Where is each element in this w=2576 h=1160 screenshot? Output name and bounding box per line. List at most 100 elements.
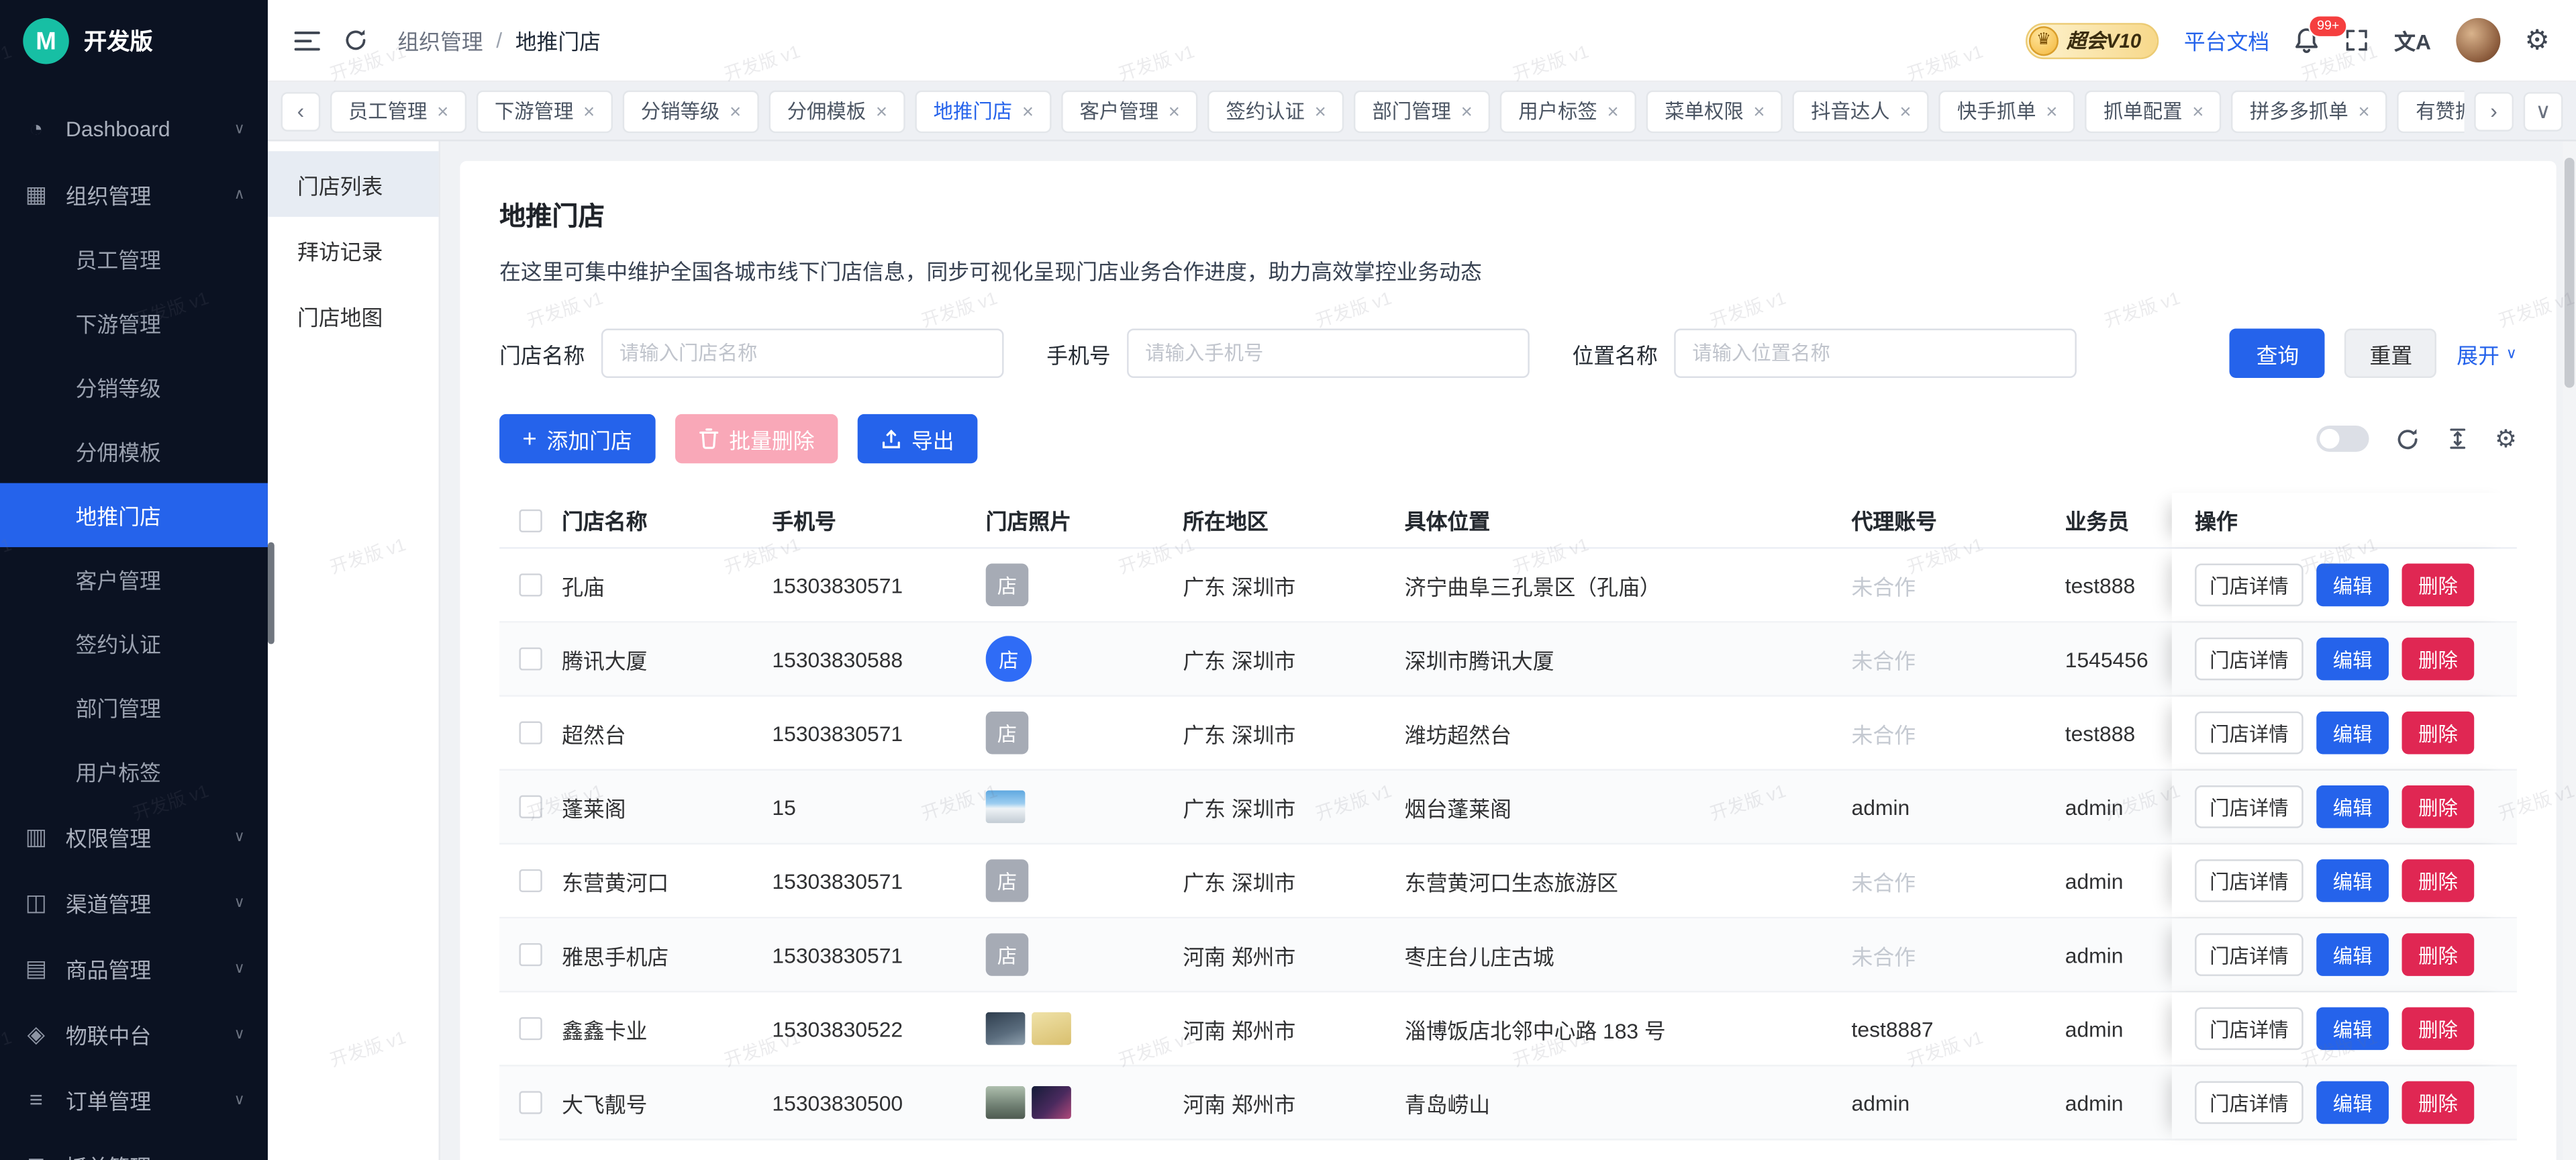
sidebar-group-item[interactable]: ≡ 订单管理 ∨ (0, 1067, 268, 1132)
platform-docs-link[interactable]: 平台文档 (2184, 25, 2269, 56)
close-icon[interactable]: × (1753, 99, 1765, 122)
close-icon[interactable]: × (1899, 99, 1911, 122)
edit-button[interactable]: 编辑 (2316, 1007, 2389, 1050)
store-detail-button[interactable]: 门店详情 (2195, 712, 2303, 755)
edit-button[interactable]: 编辑 (2316, 1081, 2389, 1124)
store-detail-button[interactable]: 门店详情 (2195, 859, 2303, 902)
tabs-dropdown-button[interactable]: ∨ (2524, 91, 2563, 131)
sidebar-subitem[interactable]: 分销等级 (0, 355, 268, 419)
close-icon[interactable]: × (876, 99, 887, 122)
tab[interactable]: 员工管理 × (330, 89, 466, 132)
row-checkbox[interactable] (519, 1091, 542, 1114)
tab[interactable]: 有赞抓 × (2397, 89, 2464, 132)
subnav-item[interactable]: 拜访记录 (268, 217, 439, 283)
search-button[interactable]: 查询 (2230, 329, 2325, 378)
select-all-checkbox[interactable] (519, 509, 542, 532)
edit-button[interactable]: 编辑 (2316, 638, 2389, 681)
sidebar-item-dashboard[interactable]: ◔ Dashboard ∨ (0, 95, 268, 161)
tabs-scroll-left-button[interactable]: ‹ (281, 91, 321, 131)
store-detail-button[interactable]: 门店详情 (2195, 933, 2303, 976)
column-settings-button[interactable]: ⚙ (2495, 424, 2517, 454)
tab[interactable]: 拼多多抓单 × (2232, 89, 2388, 132)
sidebar-item-org[interactable]: ▦ 组织管理 ∧ (0, 161, 268, 227)
tab[interactable]: 客户管理 × (1062, 89, 1198, 132)
subnav-item[interactable]: 门店地图 (268, 283, 439, 348)
store-photo-thumbnail[interactable] (986, 1012, 1026, 1045)
sidebar-subitem[interactable]: 部门管理 (0, 675, 268, 739)
row-checkbox[interactable] (519, 722, 542, 744)
tab[interactable]: 部门管理 × (1354, 89, 1490, 132)
delete-button[interactable]: 删除 (2402, 1007, 2475, 1050)
table-toggle-switch[interactable] (2316, 426, 2368, 452)
tab[interactable]: 地推门店 × (915, 89, 1052, 132)
batch-delete-button[interactable]: 批量删除 (675, 414, 837, 463)
store-detail-button[interactable]: 门店详情 (2195, 638, 2303, 681)
reset-button[interactable]: 重置 (2345, 329, 2437, 378)
export-button[interactable]: 导出 (857, 414, 977, 463)
edit-button[interactable]: 编辑 (2316, 712, 2389, 755)
location-name-input[interactable] (1674, 329, 2077, 378)
subnav-item[interactable]: 门店列表 (268, 151, 439, 217)
close-icon[interactable]: × (1022, 99, 1034, 122)
row-checkbox[interactable] (519, 869, 542, 892)
close-icon[interactable]: × (1169, 99, 1180, 122)
store-photo-thumbnail[interactable] (986, 790, 1026, 823)
sidebar-group-item[interactable]: ≣ 抓单管理 ∨ (0, 1132, 268, 1160)
store-detail-button[interactable]: 门店详情 (2195, 564, 2303, 607)
store-photo-thumbnail[interactable] (986, 1086, 1026, 1119)
sidebar-subitem[interactable]: 用户标签 (0, 739, 268, 803)
close-icon[interactable]: × (1461, 99, 1473, 122)
store-photo-thumbnail[interactable] (1032, 1012, 1071, 1045)
sidebar-subitem[interactable]: 下游管理 (0, 291, 268, 354)
close-icon[interactable]: × (2358, 99, 2369, 122)
page-scrollbar-thumb[interactable] (2565, 158, 2575, 388)
row-checkbox[interactable] (519, 795, 542, 818)
store-detail-button[interactable]: 门店详情 (2195, 1007, 2303, 1050)
notifications-button[interactable]: 99+ (2294, 26, 2320, 54)
delete-button[interactable]: 删除 (2402, 638, 2475, 681)
phone-input[interactable] (1127, 329, 1530, 378)
close-icon[interactable]: × (2046, 99, 2057, 122)
sidebar-subitem[interactable]: 签约认证 (0, 612, 268, 675)
sidebar-subitem[interactable]: 分佣模板 (0, 419, 268, 483)
tab[interactable]: 用户标签 × (1500, 89, 1636, 132)
sidebar-group-item[interactable]: ◈ 物联中台 ∨ (0, 1001, 268, 1067)
row-height-button[interactable] (2446, 427, 2469, 450)
fullscreen-button[interactable] (2345, 28, 2370, 53)
sidebar-subitem[interactable]: 员工管理 (0, 227, 268, 291)
close-icon[interactable]: × (730, 99, 741, 122)
sidebar-scrollbar[interactable] (268, 542, 275, 644)
delete-button[interactable]: 删除 (2402, 933, 2475, 976)
sidebar-group-item[interactable]: ▥ 权限管理 ∨ (0, 804, 268, 869)
translate-button[interactable]: 文A (2394, 25, 2431, 56)
edit-button[interactable]: 编辑 (2316, 859, 2389, 902)
breadcrumb-parent[interactable]: 组织管理 (397, 25, 483, 56)
page-scrollbar[interactable] (2563, 142, 2576, 1160)
sidebar-group-item[interactable]: ▤ 商品管理 ∨ (0, 935, 268, 1001)
refresh-table-button[interactable] (2395, 426, 2420, 451)
sidebar-group-item[interactable]: ◫ 渠道管理 ∨ (0, 869, 268, 935)
tab[interactable]: 快手抓单 × (1939, 89, 2075, 132)
close-icon[interactable]: × (2192, 99, 2203, 122)
add-store-button[interactable]: + 添加门店 (499, 414, 655, 463)
tab[interactable]: 下游管理 × (477, 89, 613, 132)
row-checkbox[interactable] (519, 943, 542, 966)
settings-button[interactable]: ⚙ (2525, 23, 2550, 56)
delete-button[interactable]: 删除 (2402, 1081, 2475, 1124)
edit-button[interactable]: 编辑 (2316, 785, 2389, 828)
store-detail-button[interactable]: 门店详情 (2195, 1081, 2303, 1124)
edit-button[interactable]: 编辑 (2316, 933, 2389, 976)
close-icon[interactable]: × (437, 99, 448, 122)
tabs-scroll-right-button[interactable]: › (2474, 91, 2514, 131)
delete-button[interactable]: 删除 (2402, 785, 2475, 828)
tab[interactable]: 菜单权限 × (1646, 89, 1783, 132)
sidebar-subitem[interactable]: 地推门店 (0, 483, 268, 547)
row-checkbox[interactable] (519, 647, 542, 670)
close-icon[interactable]: × (583, 99, 595, 122)
delete-button[interactable]: 删除 (2402, 712, 2475, 755)
store-name-input[interactable] (601, 329, 1004, 378)
avatar[interactable] (2456, 18, 2500, 62)
store-photo-thumbnail[interactable] (1032, 1086, 1071, 1119)
tab[interactable]: 分销等级 × (623, 89, 759, 132)
expand-filters-link[interactable]: 展开 ∨ (2457, 338, 2517, 369)
